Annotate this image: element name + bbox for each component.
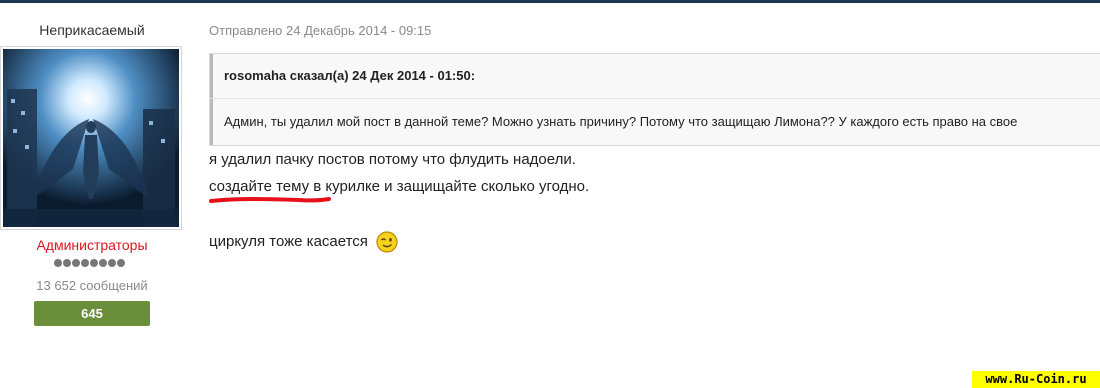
rank-pip bbox=[54, 259, 62, 267]
rank-pip bbox=[99, 259, 107, 267]
author-post-count: 13 652 сообщений bbox=[36, 278, 148, 293]
reputation-badge[interactable]: 645 bbox=[34, 301, 150, 326]
rank-pip bbox=[90, 259, 98, 267]
author-group: Администраторы bbox=[36, 237, 148, 253]
post-text-line: циркуля тоже касается bbox=[209, 232, 368, 250]
quote-block: rosomaha сказал(а) 24 Дек 2014 - 01:50: … bbox=[209, 53, 1100, 146]
rank-pip bbox=[63, 259, 71, 267]
rank-pip bbox=[72, 259, 80, 267]
post-text-line-with-smiley: циркуля тоже касается bbox=[209, 231, 398, 253]
author-panel: Неприкасаемый Администраторы 13 652 сооб… bbox=[0, 0, 184, 388]
avatar[interactable] bbox=[0, 46, 182, 230]
avatar-image bbox=[3, 49, 179, 227]
red-underline-annotation bbox=[209, 197, 331, 203]
post-date: Отправлено 24 Декабрь 2014 - 09:15 bbox=[209, 23, 432, 38]
site-watermark: www.Ru-Coin.ru bbox=[972, 371, 1100, 388]
quote-text: Админ, ты удалил мой пост в данной теме?… bbox=[210, 99, 1100, 145]
rank-pip bbox=[108, 259, 116, 267]
author-username[interactable]: Неприкасаемый bbox=[0, 22, 184, 38]
rank-pips bbox=[54, 259, 130, 269]
quote-citation: rosomaha сказал(а) 24 Дек 2014 - 01:50: bbox=[210, 54, 1100, 98]
post-text-line: я удалил пачку постов потому что флудить… bbox=[209, 151, 576, 168]
wink-smiley-icon bbox=[376, 231, 398, 253]
rank-pip bbox=[81, 259, 89, 267]
rank-pip bbox=[117, 259, 125, 267]
